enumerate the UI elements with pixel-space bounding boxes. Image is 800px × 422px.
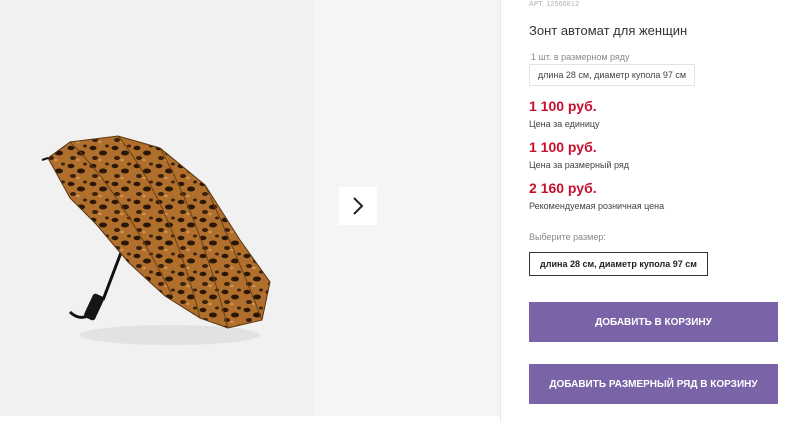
umbrella-image	[41, 135, 271, 345]
article-number: АРТ. 12566812	[529, 1, 580, 8]
size-row-label: 1 шт. в размерном ряду	[531, 52, 630, 62]
gallery-next-button[interactable]	[339, 187, 377, 225]
size-option-button[interactable]: длина 28 см, диаметр купола 97 см	[529, 252, 708, 276]
size-row-price: 1 100 руб.	[529, 139, 597, 155]
column-divider	[500, 0, 501, 422]
chevron-right-icon	[353, 197, 364, 215]
add-to-cart-button[interactable]: ДОБАВИТЬ В КОРЗИНУ	[529, 302, 778, 342]
product-gallery	[0, 0, 500, 422]
size-select-prompt: Выберите размер:	[529, 232, 606, 242]
size-row-value: длина 28 см, диаметр купола 97 см	[529, 64, 695, 86]
unit-price: 1 100 руб.	[529, 98, 597, 114]
retail-price-caption: Рекомендуемая розничная цена	[529, 201, 665, 211]
size-row-price-caption: Цена за размерный ряд	[529, 160, 630, 170]
product-main-image[interactable]	[0, 0, 315, 416]
add-size-row-to-cart-button[interactable]: ДОБАВИТЬ РАЗМЕРНЫЙ РЯД В КОРЗИНУ	[529, 364, 778, 404]
unit-price-caption: Цена за единицу	[529, 119, 600, 129]
product-title: Зонт автомат для женщин	[529, 23, 688, 38]
retail-price: 2 160 руб.	[529, 180, 597, 196]
